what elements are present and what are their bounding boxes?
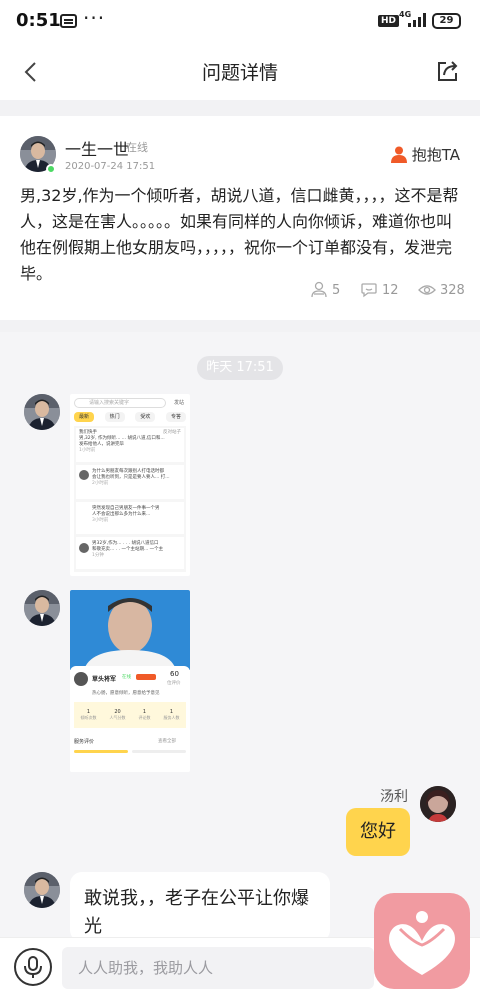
nav-bar: 问题详情 [0, 44, 480, 100]
hug-fab-button[interactable] [374, 893, 470, 989]
author-status: 在线 [126, 141, 148, 154]
mini-list-item: 我们快手 反对站子 男,32岁, 作为倾听... ... 胡说八道,信口和...… [76, 428, 184, 462]
mini-tab: 最新 [74, 412, 95, 422]
share-icon[interactable] [436, 59, 460, 83]
person-hug-icon [390, 146, 407, 163]
profile-rating-count: 60 [170, 670, 179, 678]
stat-label: 倾听次数 [80, 715, 97, 720]
profile-level-badge [136, 674, 156, 680]
incoming-message[interactable]: 敢说我，，老子在公平让你爆光 [70, 872, 330, 942]
profile-stat: 20 人气分数 [110, 709, 126, 721]
mini-avatar [79, 543, 89, 553]
mini-tab: 热门 [104, 412, 125, 422]
voice-button[interactable] [14, 948, 52, 986]
stat-label: 人气分数 [109, 715, 126, 720]
stat-label: 评论数 [138, 715, 151, 720]
hd-voice-badge: HD [378, 15, 400, 27]
profile-badge: 在线 [122, 675, 131, 680]
profile-stat: 1 服务人数 [164, 709, 180, 721]
profile-rating-label: 位评价 [167, 681, 181, 686]
mini-list: 我们快手 反对站子 男,32岁, 作为倾听... ... 胡说八道,信口和...… [74, 426, 186, 572]
chat-area[interactable]: 昨天 17:51 请输入搜索关键字 发站 最新 热门 受欢 专答 我们快手 反对… [0, 332, 480, 942]
hug-outline-icon [311, 281, 327, 298]
page-title: 问题详情 [201, 62, 278, 84]
mini-item-meta: 2小时前 [92, 481, 109, 486]
mini-search-input: 请输入搜索关键字 [74, 398, 166, 408]
comment-count[interactable]: 12 [360, 280, 399, 300]
profile-stats: 1 倾听次数 20 人气分数 1 评论数 1 服务人数 [74, 702, 186, 728]
profile-photo [70, 590, 190, 670]
image-message-list[interactable]: 请输入搜索关键字 发站 最新 热门 受欢 专答 我们快手 反对站子 男,32岁,… [70, 394, 190, 576]
receiver-name: 汤利 [380, 789, 408, 805]
image-message-profile[interactable]: 草头将军 在线 60 位评价 热心肠，愿意倾听，愿意给予意见 1 倾听次数 20 人… [70, 590, 190, 772]
time-divider: 昨天 17:51 [197, 356, 283, 380]
mini-item-meta: 1小时前 [79, 448, 96, 453]
profile-stat: 1 倾听次数 [81, 709, 97, 721]
mini-item-name: 我们快手 [79, 430, 97, 435]
comment-count-value: 12 [382, 282, 399, 298]
battery-indicator: 29 [432, 13, 461, 29]
mini-list-item: 男32岁,作为... . . . 胡说八道信口 和敬充卖... . . 一个主站… [76, 537, 184, 569]
mini-search-button: 发站 [174, 400, 185, 406]
comment-icon [361, 283, 377, 298]
hug-button-label: 抱抱TA [411, 146, 460, 164]
author-name[interactable]: 一生一世 [65, 136, 129, 160]
hug-count[interactable]: 5 [310, 280, 340, 300]
mini-list-item: 突然发现自己男朋友一件事一个男 人不会说出那么多为什么来... 3小时前 [76, 502, 184, 534]
mini-item-meta: 1分钟 [92, 553, 104, 558]
profile-card: 草头将军 在线 60 位评价 热心肠，愿意倾听，愿意给予意见 1 倾听次数 20 人… [70, 666, 190, 772]
question-post: 一生一世 在线 2020-07-24 17:51 抱抱TA 男,32岁,作为一个… [0, 116, 480, 320]
mini-item-meta: 3小时前 [92, 518, 109, 523]
mini-list-item: 为什么男朋友每次跟别人打电话时都 会让我也听到，只是是要人要人... 打... … [76, 465, 184, 499]
hug-button[interactable]: 抱抱TA [390, 144, 460, 165]
status-time: 0:51 [16, 10, 61, 31]
view-count-value: 328 [440, 282, 465, 298]
mini-avatar [79, 470, 89, 480]
sender-avatar[interactable] [24, 394, 60, 430]
mini-tab-bar: 最新 热门 受欢 专答 [74, 412, 186, 422]
view-count: 328 [418, 280, 465, 300]
message-notification-icon [60, 14, 77, 28]
mini-tab: 受欢 [135, 412, 156, 422]
more-notifications-icon: ··· [83, 6, 106, 30]
profile-name: 草头将军 [92, 676, 117, 683]
profile-section-more: 查看全部 [158, 739, 176, 744]
online-indicator [46, 164, 56, 174]
profile-stat: 1 评论数 [139, 709, 151, 721]
microphone-icon [24, 956, 42, 978]
post-body: 男,32岁,作为一个倾听者，胡说八道，信口雌黄，，，，这不是帮人，这是在害人。。… [20, 186, 459, 283]
section-divider [0, 100, 480, 116]
status-bar: 0:51 ··· HD 4G 29 [0, 0, 480, 44]
sender-avatar[interactable] [24, 590, 60, 626]
section-divider [0, 320, 480, 332]
profile-rating-bar [74, 750, 128, 753]
signal-icon [408, 13, 426, 27]
profile-section-title: 服务评价 [74, 739, 95, 745]
hug-count-value: 5 [332, 282, 341, 298]
message-input[interactable] [62, 947, 374, 989]
mini-item-tag: 反对站子 [163, 430, 181, 435]
heart-hug-icon [389, 911, 455, 975]
mini-avatar [74, 672, 88, 686]
outgoing-message[interactable]: 您好 [346, 808, 410, 856]
stat-label: 服务人数 [163, 715, 180, 720]
profile-rating-bar [132, 750, 186, 753]
post-date: 2020-07-24 17:51 [65, 161, 156, 172]
mini-tab: 专答 [165, 412, 186, 422]
profile-desc: 热心肠，愿意倾听，愿意给予意见 [92, 691, 160, 696]
eye-icon [418, 285, 436, 295]
sender-avatar[interactable] [24, 872, 60, 908]
receiver-avatar[interactable] [420, 786, 456, 822]
